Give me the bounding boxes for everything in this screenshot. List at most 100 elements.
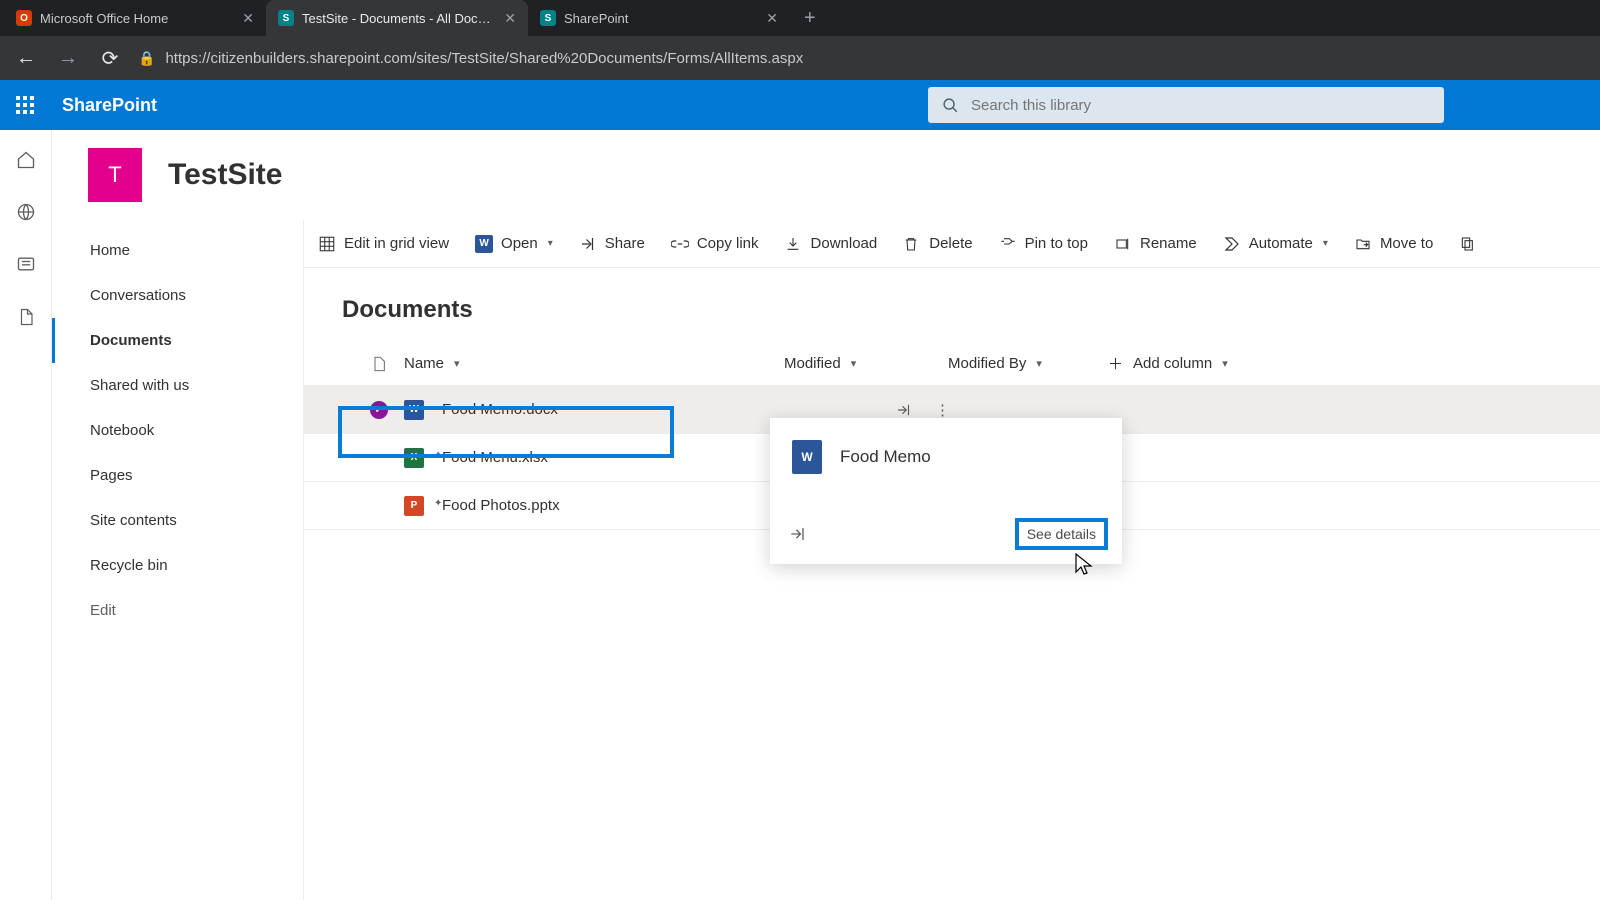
column-modified[interactable]: Modified▾ (784, 355, 948, 372)
rename-icon (1114, 236, 1132, 252)
grid-icon (318, 235, 336, 253)
close-icon[interactable]: ✕ (242, 10, 254, 27)
column-name[interactable]: Name▾ (404, 355, 784, 372)
url-text: https://citizenbuilders.sharepoint.com/s… (165, 50, 803, 67)
search-input[interactable] (971, 97, 1430, 114)
download-button[interactable]: Download (785, 235, 878, 253)
copy-to-button[interactable] (1459, 235, 1477, 253)
new-tab-button[interactable]: + (790, 7, 830, 30)
powerpoint-file-icon: P (404, 496, 424, 516)
news-icon[interactable] (16, 254, 36, 274)
add-column-button[interactable]: ＋Add column▾ (1108, 353, 1228, 374)
delete-button[interactable]: Delete (903, 235, 972, 253)
word-icon: W (475, 235, 493, 253)
excel-file-icon: X (404, 448, 424, 468)
search-icon (942, 97, 959, 114)
list-header: Name▾ Modified▾ Modified By▾ ＋Add column… (304, 342, 1600, 386)
nav-shared-with-us[interactable]: Shared with us (52, 363, 303, 408)
word-file-icon: W (404, 400, 424, 420)
check-circle-icon: ✓ (370, 401, 388, 419)
main-content: Edit in grid view W Open ▾ Share Copy li… (304, 220, 1600, 900)
open-button[interactable]: W Open ▾ (475, 235, 553, 253)
nav-conversations[interactable]: Conversations (52, 273, 303, 318)
global-nav-rail (0, 130, 52, 900)
new-indicator-icon: ✦ (434, 498, 442, 509)
share-icon[interactable] (895, 401, 913, 419)
command-bar: Edit in grid view W Open ▾ Share Copy li… (304, 220, 1600, 268)
chevron-down-icon: ▾ (1323, 238, 1328, 249)
browser-address-bar: ← → ⟳ 🔒 https://citizenbuilders.sharepoi… (0, 36, 1600, 80)
lock-icon: 🔒 (138, 50, 155, 67)
nav-edit[interactable]: Edit (52, 588, 303, 633)
globe-icon[interactable] (16, 202, 36, 222)
copy-link-button[interactable]: Copy link (671, 235, 759, 253)
search-box[interactable] (928, 87, 1444, 123)
pin-icon (999, 236, 1017, 252)
reload-icon[interactable]: ⟳ (96, 46, 124, 71)
suite-bar: SharePoint (0, 80, 1600, 130)
nav-documents[interactable]: Documents (52, 318, 303, 363)
sharepoint-favicon-icon: S (278, 10, 294, 26)
share-icon (579, 235, 597, 253)
see-details-link[interactable]: See details (1015, 518, 1108, 550)
more-icon[interactable]: ⋮ (935, 401, 950, 419)
share-icon[interactable] (788, 524, 808, 544)
chevron-down-icon: ▾ (851, 357, 857, 370)
download-icon (785, 235, 803, 253)
tab-title: Microsoft Office Home (40, 11, 234, 26)
files-icon[interactable] (17, 306, 35, 328)
browser-tab-active[interactable]: S TestSite - Documents - All Docu… ✕ (266, 0, 528, 36)
url-field[interactable]: 🔒 https://citizenbuilders.sharepoint.com… (138, 50, 803, 67)
sharepoint-favicon-icon: S (540, 10, 556, 26)
trash-icon (903, 235, 921, 253)
share-button[interactable]: Share (579, 235, 645, 253)
forward-icon[interactable]: → (54, 47, 82, 70)
file-name[interactable]: Food Memo.docx (442, 401, 558, 418)
rename-button[interactable]: Rename (1114, 235, 1197, 252)
site-header: T TestSite (52, 130, 1600, 220)
row-selector[interactable]: ✓ (354, 401, 404, 419)
site-title[interactable]: TestSite (168, 158, 282, 192)
office-favicon-icon: O (16, 10, 32, 26)
chevron-down-icon: ▾ (548, 238, 553, 249)
plus-icon: ＋ (1108, 353, 1123, 374)
automate-button[interactable]: Automate ▾ (1223, 235, 1328, 253)
flow-icon (1223, 235, 1241, 253)
move-to-button[interactable]: Move to (1354, 235, 1433, 252)
brand-label[interactable]: SharePoint (62, 95, 157, 116)
pin-button[interactable]: Pin to top (999, 235, 1088, 252)
browser-tab-strip: O Microsoft Office Home ✕ S TestSite - D… (0, 0, 1600, 36)
nav-home[interactable]: Home (52, 228, 303, 273)
home-icon[interactable] (16, 150, 36, 170)
chevron-down-icon: ▾ (454, 357, 460, 370)
nav-site-contents[interactable]: Site contents (52, 498, 303, 543)
word-file-icon: W (792, 440, 822, 474)
hover-card-title: Food Memo (840, 447, 931, 467)
close-icon[interactable]: ✕ (504, 10, 516, 27)
nav-notebook[interactable]: Notebook (52, 408, 303, 453)
back-icon[interactable]: ← (12, 47, 40, 70)
close-icon[interactable]: ✕ (766, 10, 778, 27)
link-icon (671, 235, 689, 253)
nav-recycle-bin[interactable]: Recycle bin (52, 543, 303, 588)
column-modified-by[interactable]: Modified By▾ (948, 355, 1108, 372)
copy-icon (1459, 235, 1477, 253)
app-launcher-icon[interactable] (16, 96, 40, 114)
file-hover-card: W Food Memo See details (770, 418, 1122, 564)
site-left-nav: Home Conversations Documents Shared with… (52, 220, 304, 900)
column-file-type[interactable] (354, 354, 404, 374)
nav-pages[interactable]: Pages (52, 453, 303, 498)
site-logo[interactable]: T (88, 148, 142, 202)
tab-title: TestSite - Documents - All Docu… (302, 11, 496, 26)
browser-tab[interactable]: O Microsoft Office Home ✕ (4, 0, 266, 36)
library-title: Documents (304, 268, 1600, 342)
move-icon (1354, 236, 1372, 252)
tab-title: SharePoint (564, 11, 758, 26)
browser-tab[interactable]: S SharePoint ✕ (528, 0, 790, 36)
file-name[interactable]: Food Menu.xlsx (442, 449, 548, 466)
file-name[interactable]: Food Photos.pptx (442, 497, 560, 514)
chevron-down-icon: ▾ (1036, 357, 1042, 370)
edit-in-grid-button[interactable]: Edit in grid view (318, 235, 449, 253)
chevron-down-icon: ▾ (1222, 357, 1228, 370)
new-indicator-icon: ✦ (434, 450, 442, 461)
